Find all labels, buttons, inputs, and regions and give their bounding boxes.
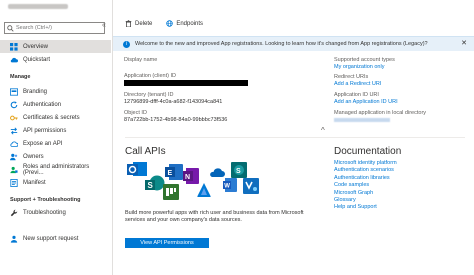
outlook-icon: [127, 162, 147, 176]
yammer-icon: [243, 178, 259, 194]
sidebar-item-expose-api[interactable]: Expose an API: [0, 137, 111, 150]
key-icon: [10, 115, 18, 120]
sidebar-item-label: Troubleshooting: [23, 209, 66, 216]
svg-text:S: S: [236, 168, 241, 175]
blurred-app-title: [8, 2, 78, 10]
documentation-title: Documentation: [334, 146, 402, 157]
doc-link[interactable]: Code samples: [334, 182, 397, 189]
roles-icon: [10, 166, 18, 173]
sidebar-item-branding[interactable]: Branding: [0, 85, 111, 98]
command-bar: Delete Endpoints: [125, 20, 203, 27]
managed-app-label: Managed application in local directory: [334, 110, 427, 116]
doc-link[interactable]: Help and Support: [334, 204, 397, 211]
tenant-id-label: Directory (tenant) ID: [124, 92, 174, 98]
collapse-sidebar-icon[interactable]: «: [102, 22, 106, 29]
tenant-id-value: 12796899-dfff-4c0a-a682-f143094ca841: [124, 99, 223, 105]
sidebar-item-roles[interactable]: Roles and administrators (Previ...: [0, 163, 111, 176]
trash-icon: [125, 20, 132, 27]
close-icon[interactable]: ✕: [461, 39, 467, 47]
sidebar-item-label: Branding: [23, 88, 48, 95]
add-redirect-uri-link[interactable]: Add a Redirect URI: [334, 81, 381, 88]
doc-link[interactable]: Microsoft Graph: [334, 190, 397, 197]
sidebar-item-label: Expose an API: [23, 140, 63, 147]
doc-link[interactable]: Authentication scenarios: [334, 167, 397, 174]
sidebar-item-label: New support request: [23, 235, 79, 242]
redirect-uris-label: Redirect URIs: [334, 74, 369, 80]
azure-icon: [197, 183, 211, 197]
divider: [125, 137, 465, 138]
object-id-value: 87a722bb-1752-4b98-84a0-99bbbc73f536: [124, 117, 228, 123]
svg-text:N: N: [185, 174, 190, 181]
sidebar-item-label: Roles and administrators (Previ...: [22, 163, 90, 176]
support-person-icon: [10, 235, 18, 243]
redacted-value: [124, 80, 248, 86]
delete-button[interactable]: Delete: [125, 20, 152, 27]
people-icon: [10, 153, 18, 160]
cloud-icon: [10, 57, 18, 62]
search-box[interactable]: [4, 22, 105, 34]
sharepoint-icon: S: [145, 175, 165, 191]
object-id-label: Object ID: [124, 110, 147, 116]
sidebar-item-troubleshooting[interactable]: Troubleshooting: [0, 206, 111, 219]
onenote-icon: N: [183, 168, 199, 184]
doc-link[interactable]: Authentication libraries: [334, 175, 397, 182]
account-types-label: Supported account types: [334, 57, 395, 63]
delete-label: Delete: [135, 20, 153, 27]
call-apis-title: Call APIs: [125, 146, 166, 157]
sidebar-item-certificates[interactable]: Certificates & secrets: [0, 111, 111, 124]
branding-icon: [10, 87, 18, 96]
search-icon: [7, 24, 14, 32]
planner-icon: [163, 184, 179, 200]
manifest-icon: [10, 178, 18, 187]
sidebar-item-label: Overview: [23, 43, 49, 50]
documentation-links: Microsoft identity platform Authenticati…: [334, 160, 397, 212]
svg-text:W: W: [224, 184, 230, 190]
sidebar-item-label: Certificates & secrets: [23, 114, 80, 121]
display-name-label: Display name: [124, 57, 158, 63]
sidebar-item-manifest[interactable]: Manifest: [0, 176, 111, 189]
doc-link[interactable]: Microsoft identity platform: [334, 160, 397, 167]
endpoints-label: Endpoints: [176, 20, 204, 27]
managed-app-value[interactable]: [334, 117, 394, 122]
sidebar-item-overview[interactable]: Overview: [0, 40, 111, 53]
info-icon: i: [123, 40, 130, 48]
sidebar-item-label: Manifest: [23, 179, 46, 186]
grid-icon: [10, 42, 18, 51]
cloud-api-icon: [10, 140, 18, 147]
sidebar-item-label: Authentication: [23, 101, 62, 108]
main-content: Delete Endpoints i Welcome to the new an…: [113, 0, 474, 275]
add-app-id-uri-link[interactable]: Add an Application ID URI: [334, 99, 398, 106]
sharepoint-site-icon: S: [231, 162, 247, 178]
doc-link[interactable]: Glossary: [334, 197, 397, 204]
sidebar-item-quickstart[interactable]: Quickstart: [0, 53, 111, 66]
sidebar-item-api-permissions[interactable]: API permissions: [0, 124, 111, 137]
view-api-permissions-button[interactable]: View API Permissions: [125, 238, 209, 248]
refresh-icon: [10, 100, 18, 108]
sidebar-item-authentication[interactable]: Authentication: [0, 98, 111, 111]
account-types-link[interactable]: My organization only: [334, 64, 384, 71]
sidebar-item-label: API permissions: [23, 127, 67, 134]
banner-text: Welcome to the new and improved App regi…: [135, 41, 428, 47]
sidebar-item-label: Quickstart: [23, 56, 51, 63]
call-apis-description: Build more powerful apps with rich user …: [125, 210, 304, 223]
word-icon: W: [223, 178, 237, 192]
svg-text:S: S: [148, 181, 154, 190]
search-input[interactable]: [14, 25, 96, 31]
arrows-icon: [10, 126, 18, 135]
section-heading-support: Support + Troubleshooting: [10, 197, 81, 203]
svg-text:E: E: [168, 170, 173, 177]
exchange-icon: E: [165, 164, 183, 180]
app-id-label: Application (client) ID: [124, 73, 176, 79]
section-heading-manage: Manage: [10, 74, 31, 80]
app-id-uri-label: Application ID URI: [334, 92, 379, 98]
collapse-essentials-icon[interactable]: ^: [321, 126, 325, 135]
sidebar: « Overview Quickstart Manage Branding Au…: [0, 0, 113, 275]
wrench-icon: [10, 209, 18, 216]
sidebar-item-new-support-request[interactable]: New support request: [0, 232, 111, 245]
sidebar-item-owners[interactable]: Owners: [0, 150, 111, 163]
sidebar-item-label: Owners: [23, 153, 44, 160]
globe-icon: [166, 20, 174, 27]
endpoints-button[interactable]: Endpoints: [166, 20, 203, 27]
welcome-banner: i Welcome to the new and improved App re…: [113, 36, 474, 51]
